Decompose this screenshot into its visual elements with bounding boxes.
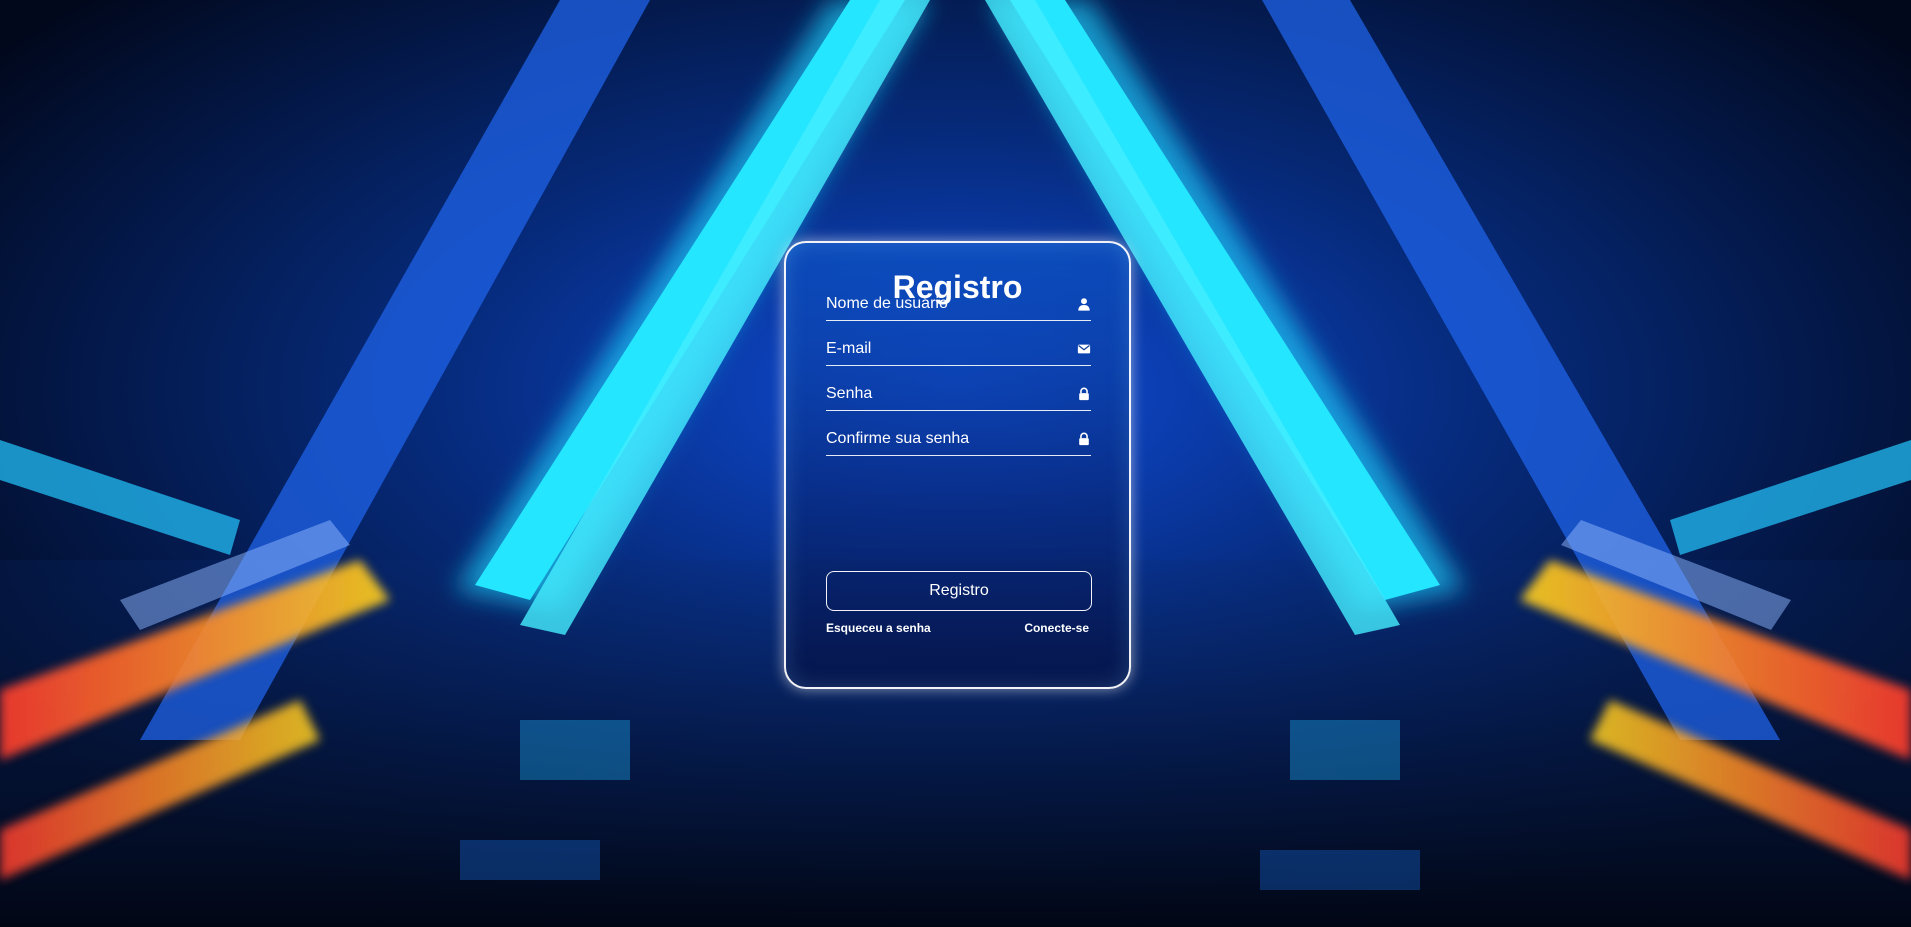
register-button[interactable]: Registro — [826, 571, 1092, 611]
lock-icon — [1079, 432, 1089, 446]
lock-icon — [1079, 387, 1089, 401]
confirm-password-field — [826, 425, 1091, 456]
email-input[interactable] — [826, 335, 1066, 363]
envelope-icon — [1077, 344, 1091, 354]
forgot-password-link[interactable]: Esqueceu a senha — [826, 622, 931, 634]
password-input[interactable] — [826, 380, 1066, 408]
username-input[interactable] — [826, 290, 1066, 318]
register-card: Registro Registro Esqueceu a senha Conec… — [784, 241, 1131, 689]
username-field — [826, 290, 1091, 321]
email-field — [826, 335, 1091, 366]
login-link[interactable]: Conecte-se — [1024, 622, 1089, 634]
user-icon — [1078, 298, 1090, 311]
confirm-password-input[interactable] — [826, 425, 1066, 453]
password-field — [826, 380, 1091, 411]
